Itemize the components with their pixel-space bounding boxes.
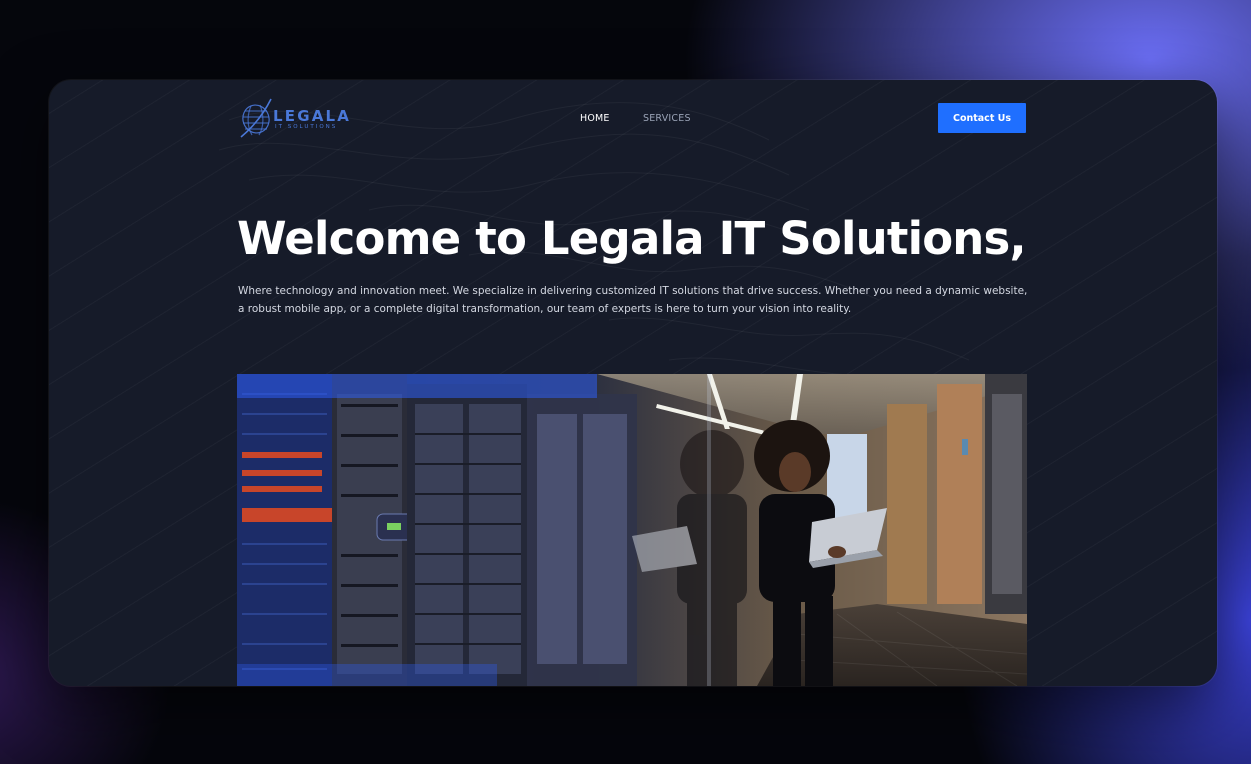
brand-tagline: IT SOLUTIONS — [275, 124, 338, 130]
hero-image-datacenter — [237, 374, 1027, 686]
nav-home-link[interactable]: HOME — [580, 113, 610, 124]
brand-logo[interactable]: LEGALA IT SOLUTIONS — [239, 97, 349, 139]
hero-title: Welcome to Legala IT Solutions, — [237, 212, 1027, 265]
brand-name: LEGALA — [273, 107, 352, 125]
globe-logo-icon — [240, 98, 272, 138]
browser-frame: LEGALA IT SOLUTIONS HOME SERVICES Contac… — [49, 80, 1217, 686]
contact-us-button[interactable]: Contact Us — [938, 103, 1026, 133]
hero-description: Where technology and innovation meet. We… — [238, 285, 1028, 315]
top-navbar: LEGALA IT SOLUTIONS HOME SERVICES Contac… — [49, 80, 1217, 160]
nav-services-link[interactable]: SERVICES — [643, 113, 691, 124]
